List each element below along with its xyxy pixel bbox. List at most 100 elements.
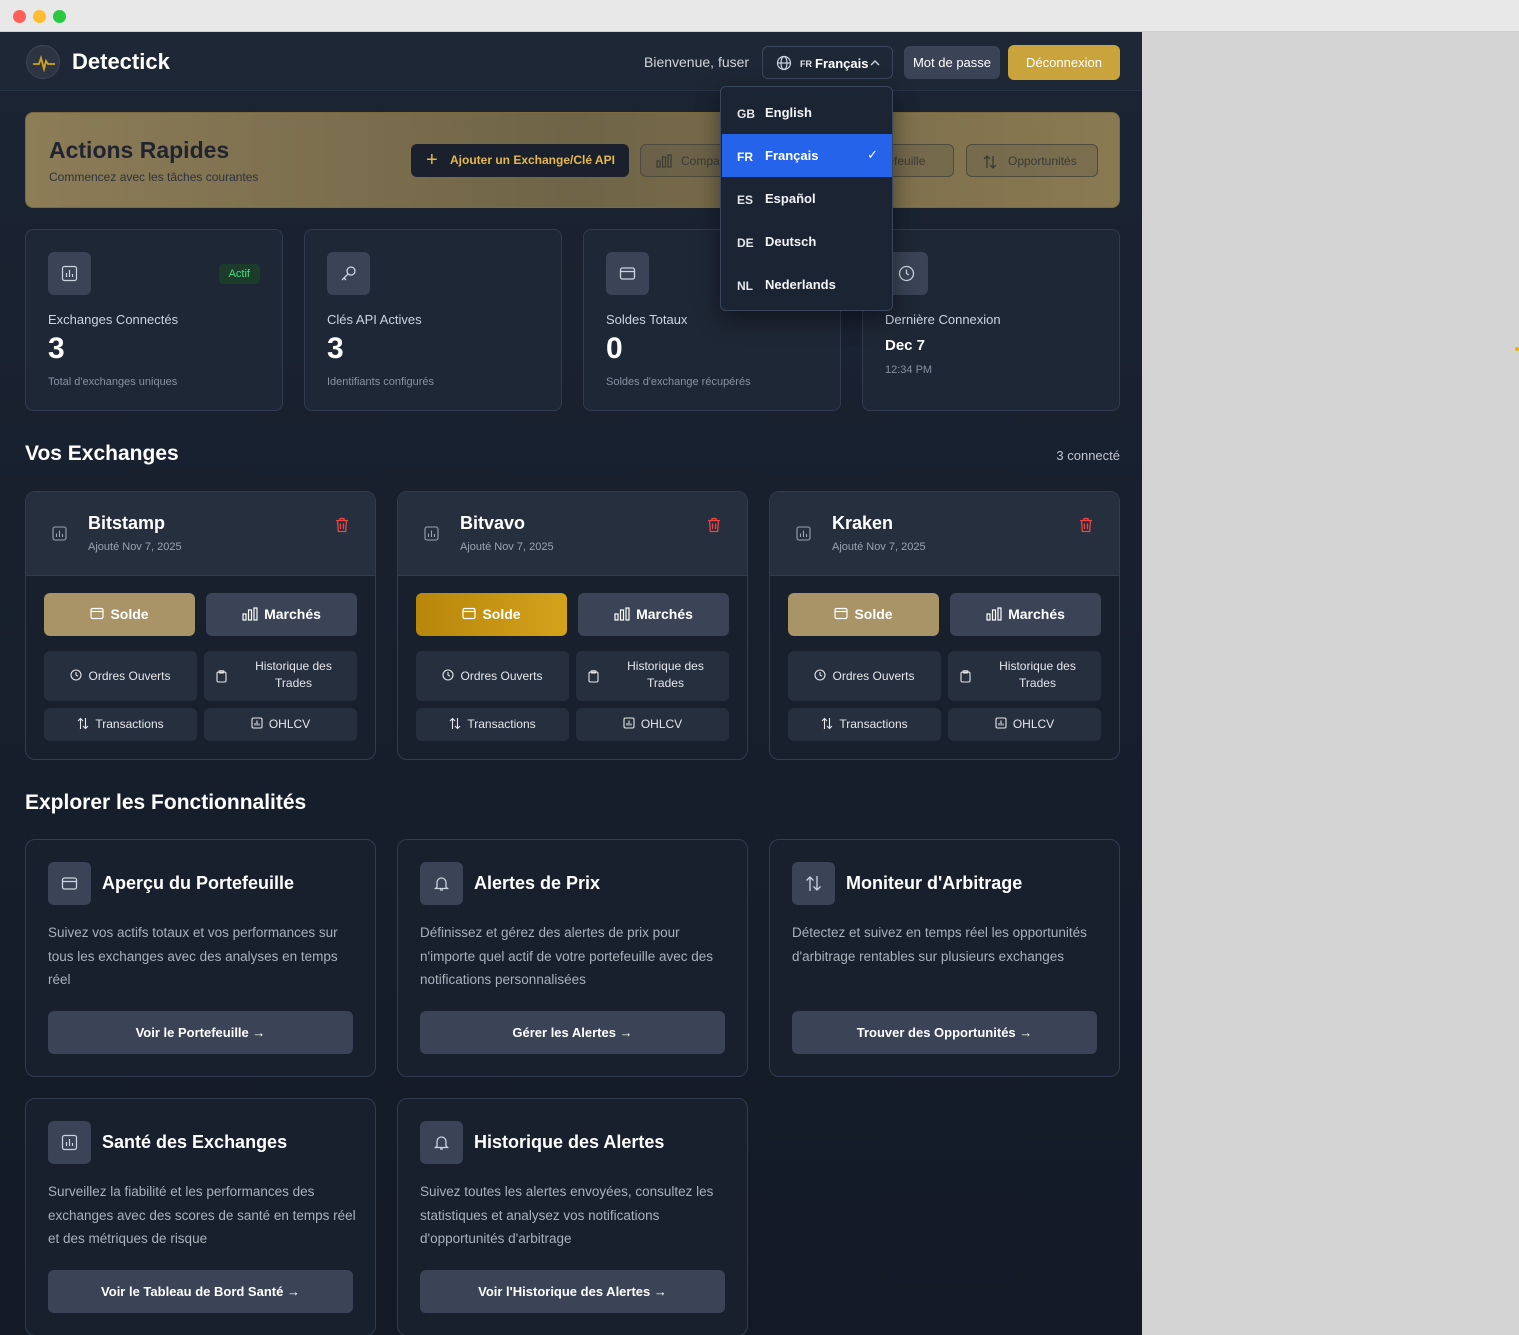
markets-button[interactable]: Marchés	[950, 593, 1101, 636]
add-exchange-button[interactable]: + Ajouter un Exchange/Clé API	[411, 144, 629, 177]
language-option-deutsch[interactable]: DE Deutsch	[722, 220, 892, 263]
trash-icon[interactable]	[707, 517, 721, 533]
window-titlebar	[0, 0, 1519, 32]
balance-button[interactable]: Solde	[416, 593, 567, 636]
close-window-button[interactable]	[13, 10, 26, 23]
view-portfolio-button[interactable]: Voir le Portefeuille →	[48, 1011, 353, 1054]
transactions-button[interactable]: Transactions	[44, 708, 197, 741]
bar-chart-icon	[242, 607, 258, 621]
clipboard-icon	[216, 670, 227, 683]
plus-icon: +	[426, 149, 438, 171]
app-main: Detectick Bienvenue, fuser FR Français M…	[0, 32, 1142, 1335]
feature-description: Surveillez la fiabilité et les performan…	[48, 1184, 356, 1246]
exchanges-section-title: Vos Exchanges	[25, 442, 179, 465]
trade-history-button[interactable]: Historique des Trades	[948, 651, 1101, 701]
opportunities-button[interactable]: Opportunités	[966, 144, 1098, 177]
features-section-title: Explorer les Fonctionnalités	[25, 791, 307, 814]
logout-button[interactable]: Déconnexion	[1008, 45, 1120, 80]
language-option-francais[interactable]: FR Français ✓	[722, 134, 892, 177]
view-alert-history-button[interactable]: Voir l'Historique des Alertes →	[420, 1270, 725, 1313]
language-option-english[interactable]: GB English	[722, 91, 892, 134]
stat-card-api-keys: Clés API Actives 3 Identifiants configur…	[304, 229, 562, 411]
password-button[interactable]: Mot de passe	[904, 46, 1000, 79]
feature-title: Historique des Alertes	[474, 1132, 665, 1152]
feature-title: Moniteur d'Arbitrage	[846, 873, 1023, 893]
wallet-icon	[90, 608, 105, 620]
bell-icon	[420, 862, 463, 905]
markets-button[interactable]: Marchés	[578, 593, 729, 636]
stat-label: Dernière Connexion	[885, 312, 1001, 327]
feature-description: Suivez vos actifs totaux et vos performa…	[48, 925, 338, 987]
feature-card-alert-history: Historique des Alertes Suivez toutes les…	[397, 1098, 748, 1335]
exchange-card-header: Bitvavo Ajouté Nov 7, 2025	[398, 492, 747, 576]
open-orders-button[interactable]: Ordres Ouverts	[416, 651, 569, 701]
trash-icon[interactable]	[335, 517, 349, 533]
ohlcv-button[interactable]: OHLCV	[204, 708, 357, 741]
trade-history-button[interactable]: Historique des Trades	[204, 651, 357, 701]
clock-icon	[442, 669, 455, 681]
transactions-button[interactable]: Transactions	[788, 708, 941, 741]
markets-button[interactable]: Marchés	[206, 593, 357, 636]
maximize-window-button[interactable]	[53, 10, 66, 23]
bar-chart-icon	[614, 607, 630, 621]
chart-icon	[995, 717, 1007, 729]
language-selector[interactable]: FR Français	[762, 46, 893, 79]
chart-icon	[48, 1121, 91, 1164]
exchange-added-date: Ajouté Nov 7, 2025	[460, 541, 554, 553]
chart-icon	[623, 717, 635, 729]
find-opportunities-button[interactable]: Trouver des Opportunités →	[792, 1011, 1097, 1054]
clipboard-icon	[960, 670, 971, 683]
language-option-espanol[interactable]: ES Español	[722, 177, 892, 220]
open-orders-button[interactable]: Ordres Ouverts	[44, 651, 197, 701]
stat-value: Dec 7	[885, 337, 926, 354]
clipboard-icon	[588, 670, 599, 683]
clock-icon	[70, 669, 83, 681]
minimize-window-button[interactable]	[33, 10, 46, 23]
arrows-icon	[983, 155, 997, 169]
connected-count: 3 connecté	[1056, 448, 1120, 463]
globe-icon	[776, 55, 792, 71]
wallet-icon	[834, 608, 849, 620]
trade-history-button[interactable]: Historique des Trades	[576, 651, 729, 701]
view-health-dashboard-button[interactable]: Voir le Tableau de Bord Santé →	[48, 1270, 353, 1313]
empty-pane	[1142, 32, 1519, 1335]
transactions-button[interactable]: Transactions	[416, 708, 569, 741]
quick-actions-title: Actions Rapides	[49, 137, 230, 163]
stat-card-exchanges: Actif Exchanges Connectés 3 Total d'exch…	[25, 229, 283, 411]
exchange-card-header: Bitstamp Ajouté Nov 7, 2025	[26, 492, 375, 576]
ohlcv-button[interactable]: OHLCV	[576, 708, 729, 741]
app-name: Detectick	[72, 49, 170, 74]
language-label: Français	[815, 56, 869, 71]
stat-sub: 12:34 PM	[885, 364, 933, 376]
trash-icon[interactable]	[1079, 517, 1093, 533]
language-option-nederlands[interactable]: NL Nederlands	[722, 263, 892, 306]
arrows-icon	[792, 862, 835, 905]
stat-sub: Soldes d'exchange récupérés	[606, 376, 751, 388]
wallet-icon	[48, 862, 91, 905]
open-orders-button[interactable]: Ordres Ouverts	[788, 651, 941, 701]
feature-card-arbitrage: Moniteur d'Arbitrage Détectez et suivez …	[769, 839, 1120, 1077]
quick-actions-subtitle: Commencez avec les tâches courantes	[49, 170, 259, 184]
quick-actions-panel: Actions Rapides Commencez avec les tâche…	[25, 112, 1120, 208]
top-header: Detectick Bienvenue, fuser FR Français M…	[0, 32, 1142, 91]
stat-sub: Identifiants configurés	[327, 376, 435, 388]
ohlcv-button[interactable]: OHLCV	[948, 708, 1101, 741]
clock-icon	[814, 669, 827, 681]
manage-alerts-button[interactable]: Gérer les Alertes →	[420, 1011, 725, 1054]
balance-button[interactable]: Solde	[788, 593, 939, 636]
compare-button[interactable]: Compa	[640, 144, 730, 177]
chart-icon	[424, 526, 439, 541]
exchange-name: Bitvavo	[460, 513, 526, 533]
feature-description: Suivez toutes les alertes envoyées, cons…	[420, 1184, 714, 1246]
chart-icon	[251, 717, 263, 729]
balance-button[interactable]: Solde	[44, 593, 195, 636]
bar-chart-icon	[986, 607, 1002, 621]
stat-value: 0	[606, 332, 623, 365]
exchange-added-date: Ajouté Nov 7, 2025	[832, 541, 926, 553]
bell-icon	[420, 1121, 463, 1164]
feature-card-portfolio: Aperçu du Portefeuille Suivez vos actifs…	[25, 839, 376, 1077]
language-code: FR	[800, 59, 812, 69]
exchange-card-kraken: Kraken Ajouté Nov 7, 2025 Solde Marchés …	[769, 491, 1120, 760]
arrows-icon	[77, 717, 89, 730]
stat-sub: Total d'exchanges uniques	[48, 376, 178, 388]
